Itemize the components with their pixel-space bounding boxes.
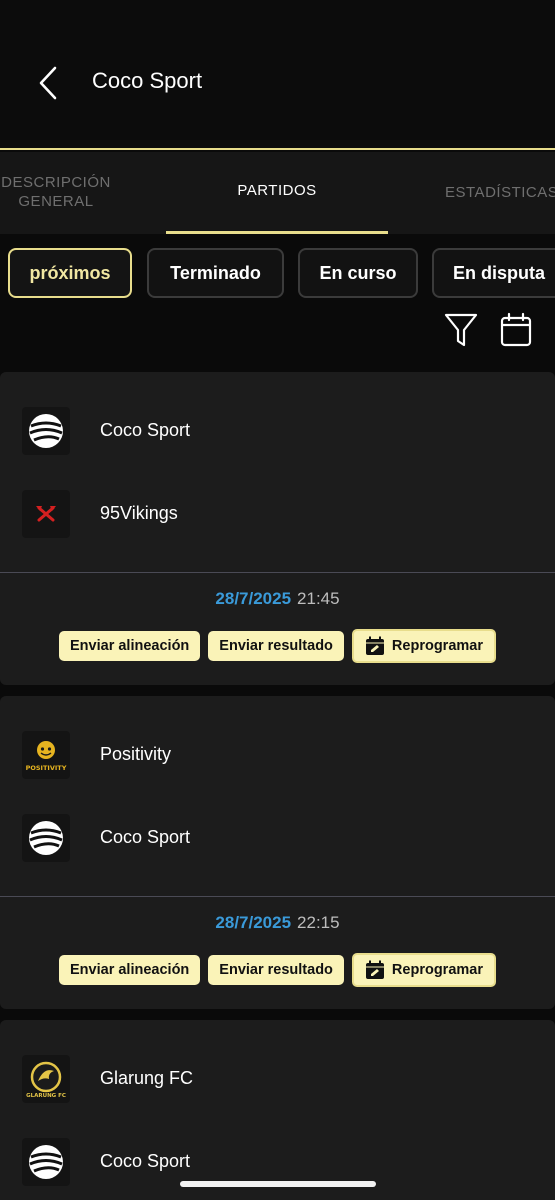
match-card[interactable]: POSITIVITY Positivity Coco Sport 28/7/20…	[0, 696, 555, 1009]
match-time: 21:45	[297, 589, 340, 608]
tab-statistics[interactable]: ESTADÍSTICAS	[440, 152, 555, 234]
match-datetime: 28/7/2025 22:15	[0, 913, 555, 933]
positivity-logo-icon: POSITIVITY	[22, 731, 70, 779]
reschedule-label: Reprogramar	[391, 638, 483, 654]
team-name: Positivity	[100, 744, 172, 764]
tab-general-description[interactable]: DESCRIPCIÓN GENERAL	[0, 152, 112, 234]
match-date: 28/7/2025	[215, 913, 292, 932]
team-name: Glarung FC	[100, 1068, 194, 1088]
home-indicator[interactable]	[180, 1181, 376, 1187]
team-row-away: 95Vikings	[0, 484, 555, 544]
reschedule-button[interactable]: Reprogramar	[351, 629, 496, 663]
coco-sport-logo-icon	[22, 1138, 70, 1186]
match-actions: Enviar alineación Enviar resultado Repro…	[0, 953, 555, 987]
calendar-edit-icon	[365, 960, 385, 980]
match-time: 22:15	[297, 913, 340, 932]
app-screen: Coco Sport DESCRIPCIÓN GENERAL PARTIDOS …	[0, 0, 555, 1200]
card-divider	[0, 572, 555, 573]
filter-button[interactable]	[443, 312, 479, 348]
positivity-logo-text: POSITIVITY	[26, 764, 67, 772]
card-divider	[0, 896, 555, 897]
team-name: 95Vikings	[100, 503, 178, 523]
chip-finished[interactable]: Terminado	[147, 248, 284, 298]
top-app-bar: Coco Sport	[0, 0, 555, 150]
match-actions: Enviar alineación Enviar resultado Repro…	[0, 629, 555, 663]
tab-matches[interactable]: PARTIDOS	[166, 152, 388, 234]
coco-sport-logo-icon	[22, 407, 70, 455]
match-datetime: 28/7/2025 21:45	[0, 589, 555, 609]
send-result-button[interactable]: Enviar resultado	[208, 955, 344, 985]
tab-bar: DESCRIPCIÓN GENERAL PARTIDOS ESTADÍSTICA…	[0, 152, 555, 234]
team-row-home: POSITIVITY Positivity	[0, 725, 555, 785]
chevron-left-icon	[39, 66, 57, 100]
glarung-fc-logo-icon: GLARUNG FC	[22, 1055, 70, 1103]
coco-sport-logo-icon	[22, 814, 70, 862]
reschedule-button[interactable]: Reprogramar	[351, 953, 496, 987]
match-date: 28/7/2025	[215, 589, 292, 608]
reschedule-label: Reprogramar	[391, 962, 483, 978]
send-lineup-button[interactable]: Enviar alineación	[59, 955, 201, 985]
send-lineup-button[interactable]: Enviar alineación	[59, 631, 201, 661]
team-name: Coco Sport	[100, 1151, 191, 1171]
match-card[interactable]: GLARUNG FC Glarung FC Coco Sport	[0, 1020, 555, 1200]
team-row-home: GLARUNG FC Glarung FC	[0, 1049, 555, 1109]
team-name: Coco Sport	[100, 827, 191, 847]
team-row-home: Coco Sport	[0, 401, 555, 461]
team-name: Coco Sport	[100, 420, 191, 440]
chip-upcoming[interactable]: próximos	[8, 248, 132, 298]
chip-disputed[interactable]: En disputa	[432, 248, 555, 298]
chip-in-progress[interactable]: En curso	[298, 248, 418, 298]
match-card[interactable]: Coco Sport 95Vikings 28/7/2025 21:45 Envi…	[0, 372, 555, 685]
back-button[interactable]	[26, 58, 70, 108]
filter-icon	[444, 313, 478, 347]
calendar-edit-icon	[365, 636, 385, 656]
page-title: Coco Sport	[92, 68, 203, 93]
glarung-logo-text: GLARUNG FC	[26, 1093, 66, 1099]
calendar-icon	[500, 312, 532, 347]
calendar-button[interactable]	[498, 312, 534, 348]
vikings-logo-icon	[22, 490, 70, 538]
send-result-button[interactable]: Enviar resultado	[208, 631, 344, 661]
status-filter-chips: próximos Terminado En curso En disputa	[0, 248, 555, 300]
team-row-away: Coco Sport	[0, 808, 555, 868]
